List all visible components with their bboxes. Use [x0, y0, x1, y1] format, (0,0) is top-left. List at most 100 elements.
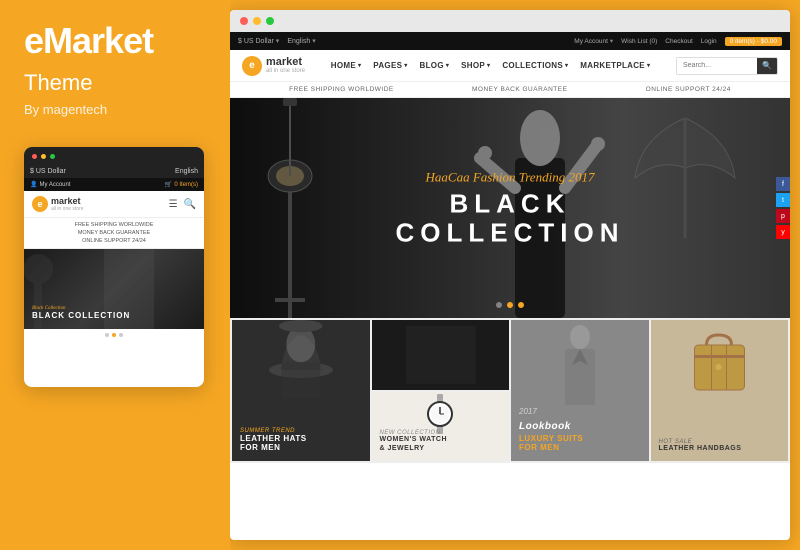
- browser-chrome: [230, 10, 790, 32]
- lookbook-label: 2017 Lookbook LUXURY SUITSFOR MEN: [519, 407, 641, 453]
- mobile-nav-icons: ☰ 🔍: [169, 199, 196, 210]
- suit-illustration: [550, 325, 610, 405]
- nav-home[interactable]: HOME ▾: [331, 61, 362, 70]
- mobile-hero-bg: Black Collection BLACK COLLECTION: [24, 249, 204, 329]
- browser-minimize-btn[interactable]: [253, 17, 261, 25]
- right-panel: $ US Dollar ▾ English ▾ My Account ▾ Wis…: [230, 10, 790, 540]
- summer-decoration: [372, 320, 510, 390]
- mobile-dot-1: [105, 333, 109, 337]
- handbag-illustration: [687, 325, 752, 395]
- facebook-btn[interactable]: f: [776, 177, 790, 191]
- product-grid: Summer Trend LEATHER HATSFOR MEN New Col…: [230, 318, 790, 463]
- brand-title: eMarket: [24, 20, 206, 62]
- topbar-currency[interactable]: $ US Dollar ▾: [238, 37, 279, 45]
- hamburger-icon[interactable]: ☰: [169, 199, 178, 210]
- hero-content: HaaCaa Fashion Trending 2017 BLACK COLLE…: [370, 169, 650, 246]
- mobile-currency-bar: $ US Dollar English: [24, 165, 204, 178]
- nav-marketplace[interactable]: MARKETPLACE ▾: [580, 61, 650, 70]
- youtube-btn[interactable]: y: [776, 225, 790, 239]
- mobile-dots: [24, 329, 204, 341]
- store-logo[interactable]: e market all in one store: [242, 56, 305, 76]
- mobile-logo-sub: all in one store: [51, 206, 84, 212]
- nav-shop[interactable]: SHOP ▾: [461, 61, 490, 70]
- mobile-language: English: [175, 168, 198, 175]
- store-logo-sub: all in one store: [266, 68, 305, 74]
- store-search[interactable]: 🔍: [676, 57, 778, 75]
- store-topbar: $ US Dollar ▾ English ▾ My Account ▾ Wis…: [230, 32, 790, 50]
- hero-dot-2[interactable]: [507, 302, 513, 308]
- lookbook-title: LUXURY SUITSFOR MEN: [519, 434, 641, 453]
- mobile-cart: 🛒 0 Item(s): [165, 181, 198, 188]
- search-icon-mobile[interactable]: 🔍: [184, 199, 196, 210]
- dot-yellow: [41, 154, 46, 159]
- search-input[interactable]: [677, 58, 757, 74]
- mobile-logo: e market all in one store: [32, 196, 84, 212]
- mobile-logo-e: e: [32, 196, 48, 212]
- mobile-account: 👤 My Account: [30, 181, 71, 188]
- store-nav: e market all in one store HOME ▾ PAGES ▾…: [230, 50, 790, 82]
- handbags-label: Hot Sale LEATHER HANDBAGS: [659, 439, 781, 453]
- mobile-preview: $ US Dollar English 👤 My Account 🛒 0 Ite…: [24, 147, 204, 387]
- mobile-hero-title: BLACK COLLECTION: [32, 311, 130, 321]
- mobile-account-bar: 👤 My Account 🛒 0 Item(s): [24, 178, 204, 191]
- benefit-money: MONEY BACK GUARANTEE: [472, 86, 567, 93]
- topbar-checkout[interactable]: Checkout: [665, 38, 692, 45]
- benefit-shipping: FREE SHIPPING WORLDWIDE: [289, 86, 394, 93]
- topbar-account[interactable]: My Account ▾: [574, 37, 613, 45]
- grid-item-summer[interactable]: [372, 320, 510, 390]
- topbar-wishlist[interactable]: Wish List (0): [621, 38, 657, 45]
- mobile-hero: Black Collection BLACK COLLECTION: [24, 249, 204, 329]
- hero-title: BLACK COLLECTION: [370, 189, 650, 246]
- browser-close-btn[interactable]: [240, 17, 248, 25]
- topbar-login[interactable]: Login: [701, 38, 717, 45]
- mobile-logo-name: market: [51, 196, 84, 206]
- mobile-benefits: FREE SHIPPING WORLDWIDE MONEY BACK GUARA…: [24, 218, 204, 249]
- hero-dot-3[interactable]: [518, 302, 524, 308]
- mobile-dot-2: [112, 333, 116, 337]
- hero-dot-1[interactable]: [496, 302, 502, 308]
- store-menu: HOME ▾ PAGES ▾ BLOG ▾ SHOP ▾ COLLECTIONS…: [331, 61, 650, 70]
- lookbook-year: 2017: [519, 407, 641, 416]
- nav-collections[interactable]: COLLECTIONS ▾: [502, 61, 568, 70]
- hats-label: Summer Trend LEATHER HATSFOR MEN: [240, 428, 362, 453]
- benefit-support: ONLINE SUPPORT 24/24: [646, 86, 731, 93]
- mobile-currency: $ US Dollar: [30, 168, 66, 175]
- benefits-bar: FREE SHIPPING WORLDWIDE MONEY BACK GUARA…: [230, 82, 790, 98]
- mobile-dot-3: [119, 333, 123, 337]
- topbar-left: $ US Dollar ▾ English ▾: [238, 37, 316, 45]
- watches-title: WOMEN'S WATCH& JEWELRY: [380, 436, 502, 453]
- grid-item-handbags[interactable]: Hot Sale LEATHER HANDBAGS: [651, 320, 789, 461]
- handbags-title: LEATHER HANDBAGS: [659, 445, 781, 453]
- dot-red: [32, 154, 37, 159]
- grid-item-lookbook[interactable]: 2017 Lookbook LUXURY SUITSFOR MEN: [511, 320, 649, 461]
- topbar-cart[interactable]: 0 item(s) - $0.00: [725, 37, 782, 46]
- search-button[interactable]: 🔍: [757, 58, 777, 74]
- mobile-top-bar: [24, 147, 204, 165]
- nav-pages[interactable]: PAGES ▾: [373, 61, 407, 70]
- grid-item-watches[interactable]: New Collection WOMEN'S WATCH& JEWELRY: [372, 392, 510, 462]
- hats-title: LEATHER HATSFOR MEN: [240, 434, 362, 453]
- left-panel: eMarket Theme By magentech $ US Dollar E…: [0, 0, 230, 550]
- browser-maximize-btn[interactable]: [266, 17, 274, 25]
- watches-label: New Collection WOMEN'S WATCH& JEWELRY: [380, 430, 502, 453]
- side-social-buttons: f t p y: [776, 177, 790, 239]
- hero-dots: [496, 302, 524, 308]
- light-stand-icon: [255, 98, 325, 318]
- store-logo-name: market: [266, 57, 305, 68]
- theme-label: Theme: [24, 70, 206, 96]
- watch-illustration: [425, 394, 455, 434]
- by-label: By magentech: [24, 102, 206, 117]
- topbar-right: My Account ▾ Wish List (0) Checkout Logi…: [574, 37, 782, 46]
- store-logo-icon: e: [242, 56, 262, 76]
- grid-item-hats[interactable]: Summer Trend LEATHER HATSFOR MEN: [232, 320, 370, 461]
- pinterest-btn[interactable]: p: [776, 209, 790, 223]
- nav-blog[interactable]: BLOG ▾: [420, 61, 450, 70]
- hat-model: [232, 320, 370, 405]
- twitter-btn[interactable]: t: [776, 193, 790, 207]
- dot-green: [50, 154, 55, 159]
- lookbook-sublabel: Lookbook: [519, 421, 571, 432]
- store-hero: HaaCaa Fashion Trending 2017 BLACK COLLE…: [230, 98, 790, 318]
- topbar-language[interactable]: English ▾: [287, 37, 315, 45]
- mobile-logo-bar: e market all in one store ☰ 🔍: [24, 191, 204, 218]
- hero-script: HaaCaa Fashion Trending 2017: [370, 169, 650, 185]
